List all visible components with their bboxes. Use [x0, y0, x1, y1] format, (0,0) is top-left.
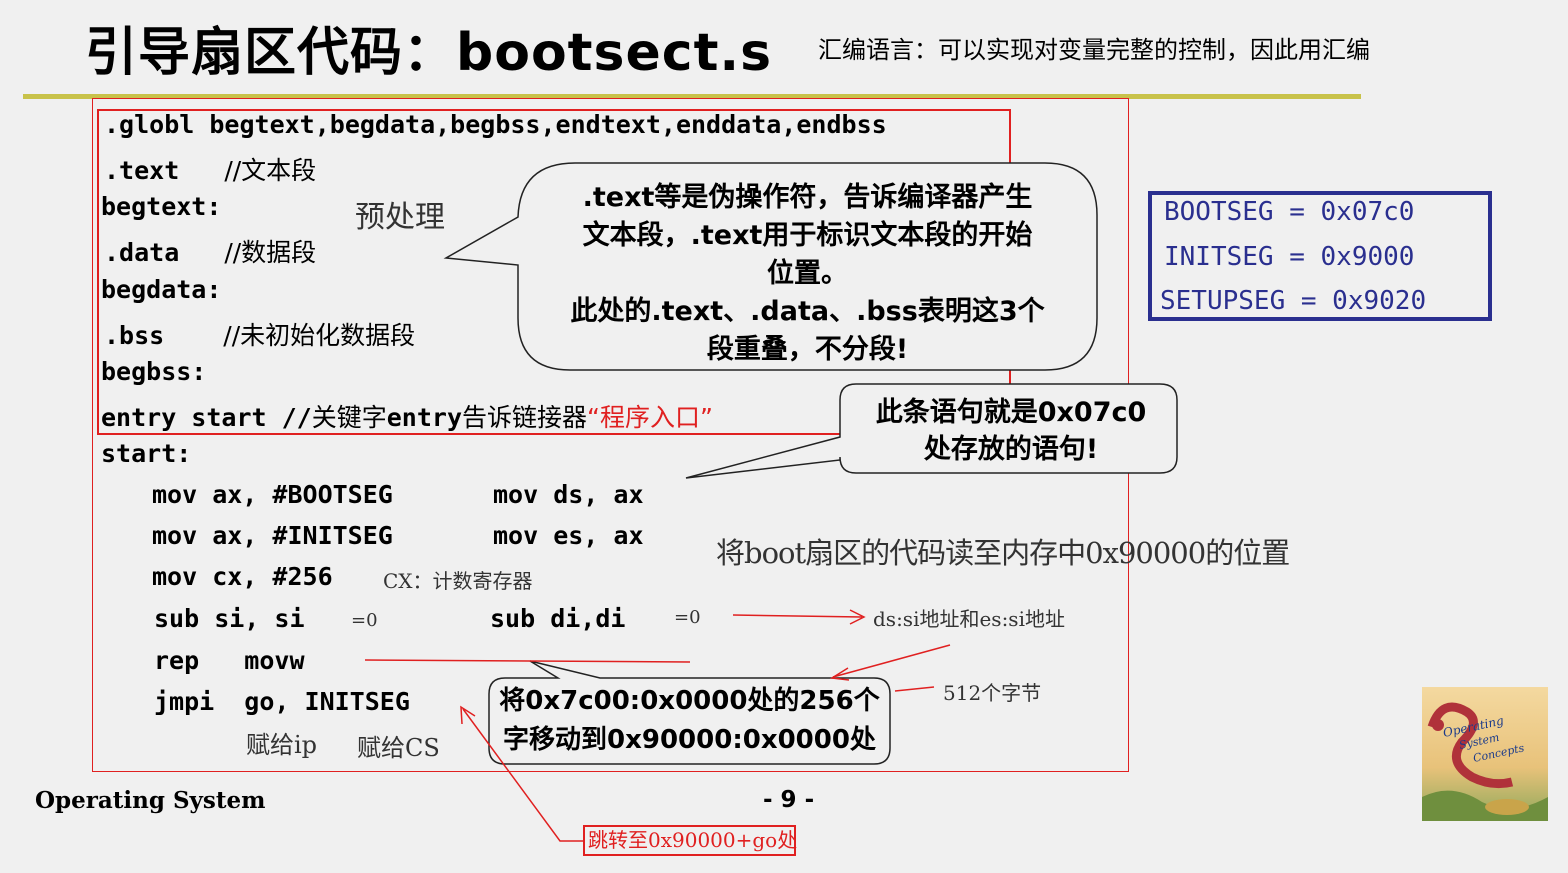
bubble-2-text: 此条语句就是0x07c0 处存放的语句!	[846, 394, 1176, 468]
page-number: - 9 -	[763, 787, 815, 813]
bootseg-line: BOOTSEG = 0x07c0	[1164, 197, 1415, 227]
rep-movw-underline	[364, 659, 691, 663]
bubble-1-text: .text等是伪操作符，告诉编译器产生 文本段，.text用于标识文本段的开始 …	[530, 179, 1085, 369]
bytes-note: 512个字节	[943, 681, 1042, 705]
bubble-1-line: 段重叠，不分段!	[706, 334, 909, 365]
bubble-1-line: .text等是伪操作符，告诉编译器产生	[582, 182, 1033, 213]
book-cover-art: Operating System Concepts	[1422, 687, 1548, 821]
bubble-1-line: 文本段，.text用于标识文本段的开始	[582, 220, 1033, 251]
bubble-3-line: 将0x7c00:0x0000处的256个	[499, 686, 880, 716]
bubble-3-text: 将0x7c00:0x0000处的256个 字移动到0x90000:0x0000处	[489, 682, 890, 760]
arrow-from-addr-note	[832, 644, 951, 678]
addr-note: ds:si地址和es:si地址	[873, 607, 1065, 631]
book-cover-image: Operating System Concepts	[1422, 687, 1548, 821]
bubble-3-line: 字移动到0x90000:0x0000处	[503, 725, 876, 755]
read-note: 将boot扇区的代码读至内存中0x90000的位置	[716, 536, 1290, 570]
setupseg-line: SETUPSEG = 0x9020	[1160, 286, 1427, 316]
bubble-2-line: 处存放的语句!	[923, 434, 1099, 465]
bubble-1-line: 此处的.text、.data、.bss表明这3个	[570, 296, 1045, 327]
initseg-line: INITSEG = 0x9000	[1164, 242, 1415, 272]
segment-constants-box: BOOTSEG = 0x07c0 INITSEG = 0x9000 SETUPS…	[1148, 191, 1492, 321]
bubble-1-line: 位置。	[767, 258, 848, 289]
jump-note: 跳转至0x90000+go处	[583, 825, 797, 856]
arrow-to-addr-note	[732, 614, 863, 618]
bytes-note-line	[894, 686, 935, 692]
footer-course: Operating System	[35, 787, 266, 814]
bubble-2-line: 此条语句就是0x07c0	[875, 397, 1147, 428]
